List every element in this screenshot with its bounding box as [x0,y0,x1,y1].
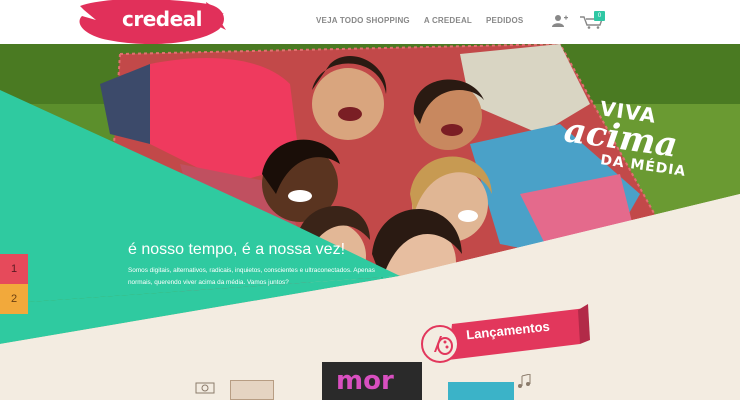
nav-shopping[interactable]: VEJA TODO SHOPPING [316,16,410,25]
product-notebook-1[interactable] [230,380,274,400]
slider-dot-1[interactable]: 1 [0,254,28,284]
doodle-music-icon [516,373,536,390]
logo[interactable]: credeal [78,0,228,44]
cart-count-badge: 0 [594,11,605,21]
main-nav: VEJA TODO SHOPPING A CREDEAL PEDIDOS [316,16,523,25]
nav-about[interactable]: A CREDEAL [424,16,472,25]
hero-banner: VIVA acima DA MÉDIA é nosso tempo, é a n… [0,44,740,400]
site-header: credeal VEJA TODO SHOPPING A CREDEAL PED… [0,0,740,44]
hero-subtext: Somos digitais, alternativos, radicais, … [128,267,375,286]
doodle-camera-icon [194,380,218,394]
slider-dot-2[interactable]: 2 [0,284,28,314]
slogan-graphic: VIVA acima DA MÉDIA [540,94,730,204]
hero-headline: é nosso tempo, é a nossa vez! [128,241,346,258]
product-notebook-featured[interactable]: mor [322,362,422,400]
add-user-icon[interactable] [552,14,568,28]
logo-text: credeal [122,7,203,31]
nav-orders[interactable]: PEDIDOS [486,16,523,25]
palette-icon [430,332,454,356]
product-featured-label: mor [336,366,394,396]
product-notebook-3[interactable] [448,382,514,400]
